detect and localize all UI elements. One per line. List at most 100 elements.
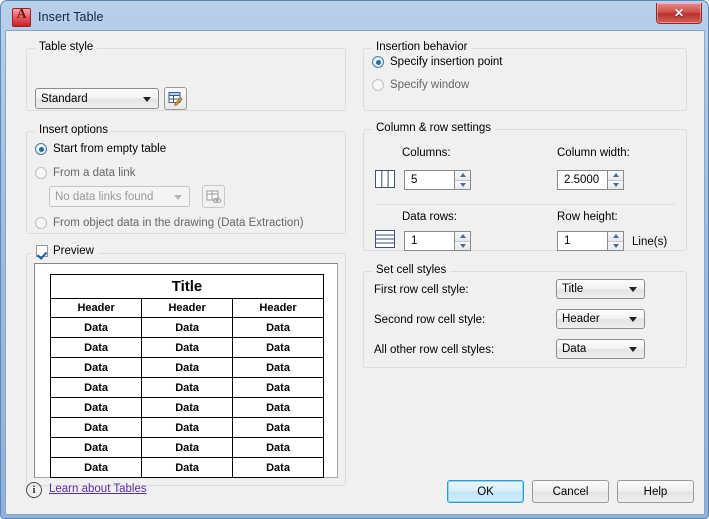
data-rows-spin-up[interactable] bbox=[455, 232, 470, 242]
data-rows-input[interactable]: 1 bbox=[404, 231, 454, 251]
preview-data-cell: Data bbox=[49, 417, 143, 438]
column-width-spin-down[interactable] bbox=[608, 180, 623, 189]
row-height-stepper[interactable]: 1 bbox=[557, 231, 624, 251]
preview-title-cell: Title bbox=[50, 274, 324, 299]
preview-data-cell: Data bbox=[232, 377, 324, 398]
dialog-client-area: Table style Standard Insert options Star… bbox=[5, 30, 705, 515]
row-height-input[interactable]: 1 bbox=[557, 231, 607, 251]
data-rows-spin-down[interactable] bbox=[455, 241, 470, 250]
row-height-units-label: Line(s) bbox=[632, 236, 668, 248]
second-row-cell-style-label: Second row cell style: bbox=[374, 314, 486, 326]
arrow-up-icon bbox=[612, 173, 619, 178]
ok-button[interactable]: OK bbox=[447, 480, 524, 503]
table-style-group-title: Table style bbox=[35, 41, 98, 53]
preview-data-cell: Data bbox=[141, 317, 234, 338]
radio-label: Specify window bbox=[390, 79, 470, 91]
close-button[interactable]: ✕ bbox=[656, 3, 702, 24]
preview-data-row: Data Data Data bbox=[49, 437, 324, 458]
column-row-settings-group-title: Column & row settings bbox=[372, 122, 496, 134]
columns-icon bbox=[375, 170, 395, 188]
preview-data-row: Data Data Data bbox=[49, 457, 324, 478]
row-height-spin-buttons[interactable] bbox=[607, 231, 624, 251]
columns-input[interactable]: 5 bbox=[404, 170, 454, 190]
first-row-cell-style-combo[interactable]: Title bbox=[556, 279, 645, 299]
preview-data-row: Data Data Data bbox=[49, 337, 324, 358]
title-bar: Insert Table ✕ bbox=[5, 3, 704, 30]
columns-stepper[interactable]: 5 bbox=[404, 170, 471, 190]
preview-data-cell: Data bbox=[49, 437, 143, 458]
arrow-down-icon bbox=[459, 182, 466, 187]
table-style-combo[interactable]: Standard bbox=[35, 88, 159, 109]
info-icon: i bbox=[26, 482, 42, 498]
column-width-input[interactable]: 2.5000 bbox=[557, 170, 607, 190]
preview-data-cell: Data bbox=[49, 337, 143, 358]
preview-data-row: Data Data Data bbox=[49, 357, 324, 378]
preview-data-cell: Data bbox=[141, 337, 234, 358]
column-width-spin-buttons[interactable] bbox=[607, 170, 624, 190]
help-button[interactable]: Help bbox=[617, 480, 694, 503]
preview-data-cell: Data bbox=[49, 357, 143, 378]
preview-data-cell: Data bbox=[49, 317, 143, 338]
launch-data-link-manager-button bbox=[202, 185, 225, 208]
preview-checkbox-label: Preview bbox=[53, 245, 94, 257]
settings-divider bbox=[375, 204, 675, 205]
preview-data-cell: Data bbox=[232, 417, 324, 438]
radio-from-object-data[interactable]: From object data in the drawing (Data Ex… bbox=[35, 217, 304, 229]
arrow-up-icon bbox=[612, 234, 619, 239]
preview-data-cell: Data bbox=[141, 357, 234, 378]
radio-specify-window[interactable]: Specify window bbox=[372, 79, 469, 91]
preview-data-cell: Data bbox=[232, 317, 324, 338]
set-cell-styles-group-title: Set cell styles bbox=[372, 264, 451, 276]
data-rows-spin-buttons[interactable] bbox=[454, 231, 471, 251]
learn-about-tables-link[interactable]: Learn about Tables bbox=[49, 483, 147, 495]
all-other-row-cell-styles-combo[interactable]: Data bbox=[556, 339, 645, 359]
radio-indicator bbox=[372, 56, 384, 68]
radio-specify-insertion-point[interactable]: Specify insertion point bbox=[372, 56, 503, 68]
preview-header-cell: Header bbox=[141, 298, 234, 318]
preview-data-cell: Data bbox=[49, 397, 143, 418]
chevron-down-icon bbox=[174, 194, 182, 200]
preview-data-cell: Data bbox=[232, 397, 324, 418]
all-other-row-cell-styles-label: All other row cell styles: bbox=[374, 344, 495, 356]
preview-data-row: Data Data Data bbox=[49, 417, 324, 438]
arrow-down-icon bbox=[612, 182, 619, 187]
preview-checkbox[interactable]: Preview bbox=[32, 245, 98, 257]
column-width-label: Column width: bbox=[557, 147, 630, 159]
columns-spin-buttons[interactable] bbox=[454, 170, 471, 190]
first-row-cell-style-value: Title bbox=[562, 283, 584, 295]
column-width-stepper[interactable]: 2.5000 bbox=[557, 170, 624, 190]
cancel-button[interactable]: Cancel bbox=[532, 480, 609, 503]
preview-header-cell: Header bbox=[232, 298, 324, 318]
arrow-up-icon bbox=[459, 173, 466, 178]
preview-data-cell: Data bbox=[141, 457, 234, 478]
data-link-icon bbox=[206, 190, 221, 203]
radio-label: From object data in the drawing (Data Ex… bbox=[53, 217, 304, 229]
arrow-up-icon bbox=[459, 234, 466, 239]
autocad-logo-icon bbox=[12, 7, 31, 27]
row-height-spin-up[interactable] bbox=[608, 232, 623, 242]
chevron-down-icon bbox=[629, 347, 637, 352]
cancel-button-label: Cancel bbox=[552, 485, 589, 498]
preview-panel: Title Header Header Header Data Data Dat… bbox=[34, 263, 338, 478]
help-button-label: Help bbox=[643, 485, 668, 498]
data-rows-stepper[interactable]: 1 bbox=[404, 231, 471, 251]
all-other-row-cell-styles-value: Data bbox=[562, 343, 587, 355]
checkbox-indicator bbox=[36, 245, 48, 257]
launch-table-style-dialog-button[interactable] bbox=[164, 87, 187, 110]
row-height-spin-down[interactable] bbox=[608, 241, 623, 250]
column-width-spin-up[interactable] bbox=[608, 171, 623, 181]
preview-data-cell: Data bbox=[232, 457, 324, 478]
radio-start-from-empty-table[interactable]: Start from empty table bbox=[35, 143, 166, 155]
arrow-down-icon bbox=[612, 243, 619, 248]
rows-icon bbox=[375, 230, 395, 248]
columns-spin-down[interactable] bbox=[455, 180, 470, 189]
second-row-cell-style-combo[interactable]: Header bbox=[556, 309, 645, 329]
preview-header-row: Header Header Header bbox=[49, 298, 324, 318]
preview-header-cell: Header bbox=[49, 298, 143, 318]
columns-spin-up[interactable] bbox=[455, 171, 470, 181]
preview-data-row: Data Data Data bbox=[49, 317, 324, 338]
insertion-behavior-group-title: Insertion behavior bbox=[372, 41, 472, 53]
radio-from-a-data-link[interactable]: From a data link bbox=[35, 167, 135, 179]
data-rows-label: Data rows: bbox=[402, 211, 457, 223]
chevron-down-icon bbox=[629, 287, 637, 292]
